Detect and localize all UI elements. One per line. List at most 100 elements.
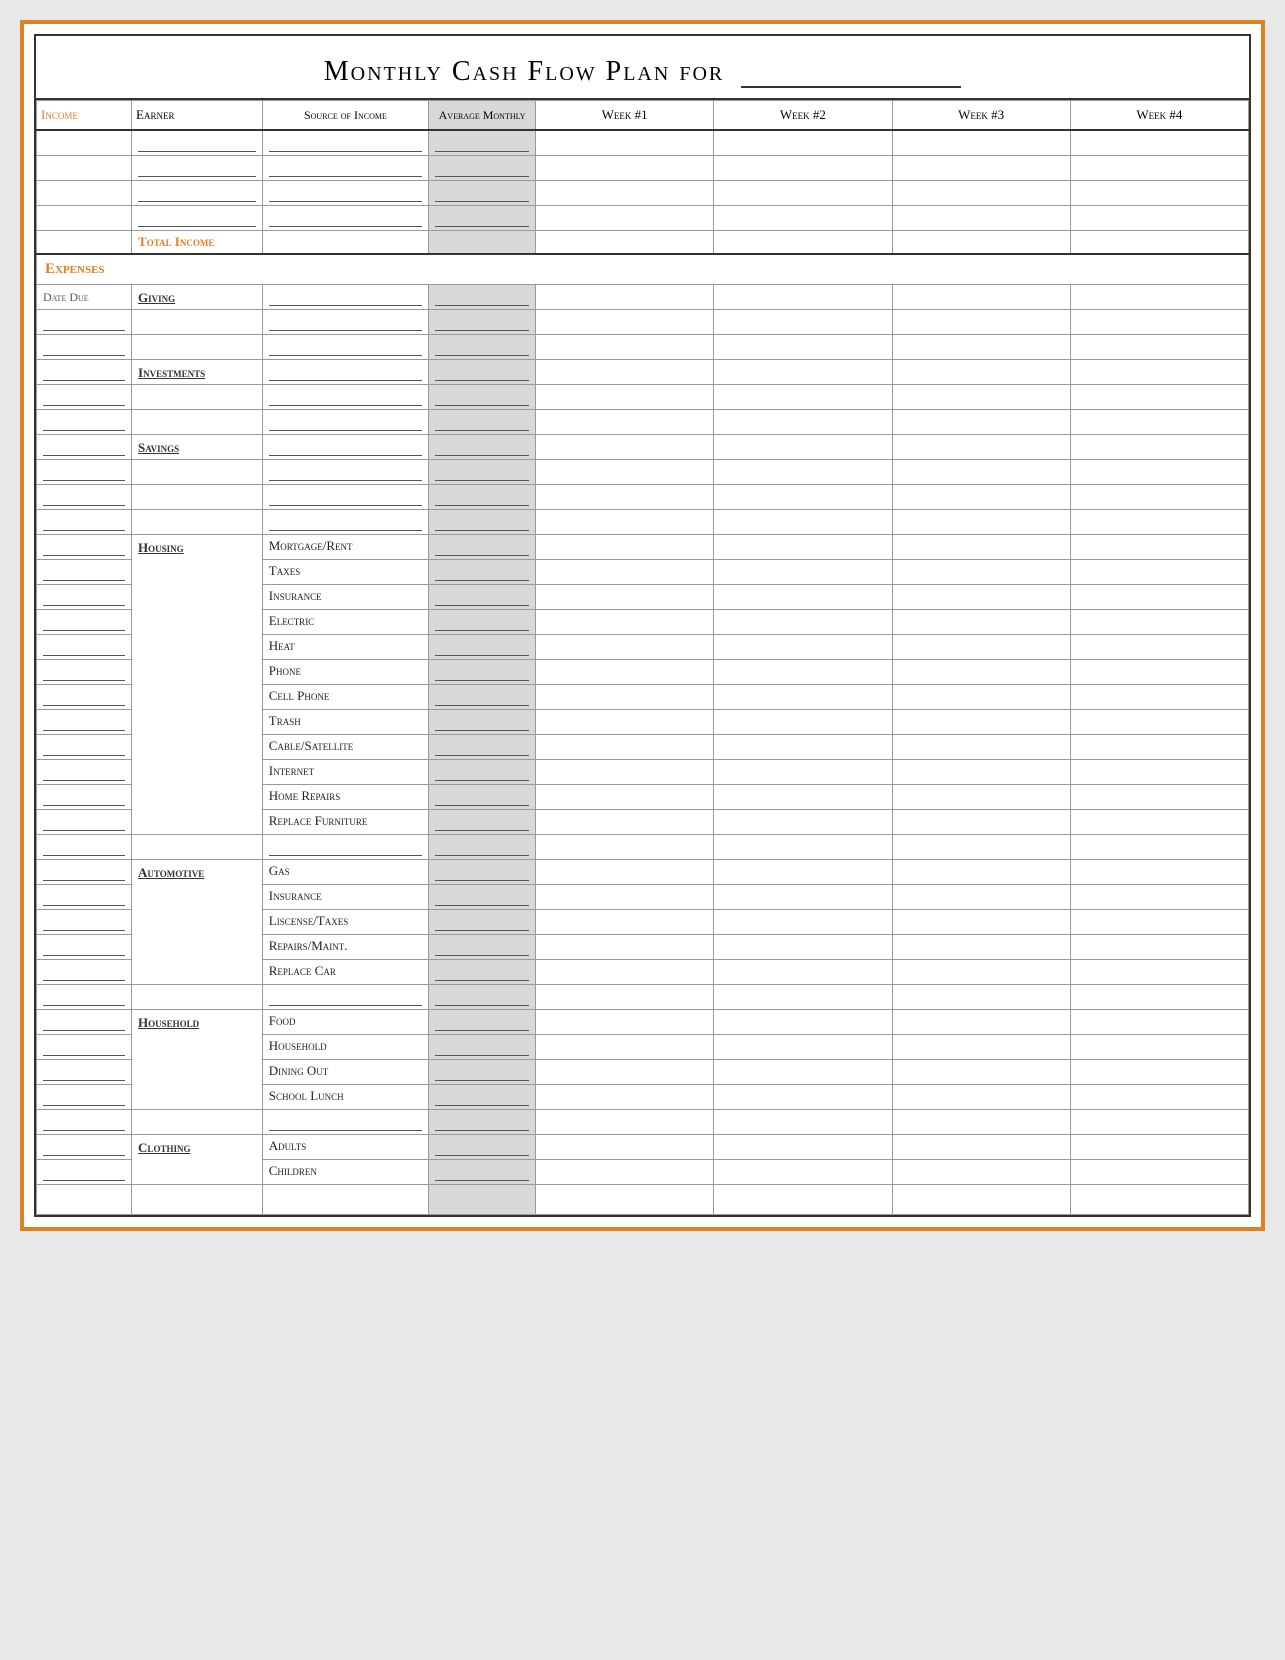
- auto-w4-4: [1070, 935, 1248, 960]
- clothing-label: Clothing: [132, 1135, 263, 1185]
- bottom-spacer: [37, 1185, 1249, 1215]
- hh-dd-4: [37, 1085, 132, 1110]
- total-income-row: Total Income: [37, 231, 1249, 255]
- hh-avg-1: [429, 1010, 536, 1035]
- auto-w2-2: [714, 885, 892, 910]
- savings-avg-3: [429, 485, 536, 510]
- investments-row-2: [37, 385, 1249, 410]
- giving-avg-1: [429, 285, 536, 310]
- auto-w4-2: [1070, 885, 1248, 910]
- giving-w3: [892, 285, 1070, 310]
- hh-w4-3: [1070, 1060, 1248, 1085]
- auto-spacer: [37, 985, 1249, 1010]
- bottom-spacer-7: [892, 1185, 1070, 1215]
- auto-spacer-s: [262, 985, 428, 1010]
- hh-w3-4: [892, 1085, 1070, 1110]
- auto-dd-3: [37, 910, 132, 935]
- giving-row-2: [37, 310, 1249, 335]
- investments-source-2: [262, 385, 428, 410]
- investments-w4-2: [1070, 385, 1248, 410]
- auto-w1-4: [536, 935, 714, 960]
- savings-w1: [536, 435, 714, 460]
- giving-w1-2: [536, 310, 714, 335]
- housing-avg-5: [429, 635, 536, 660]
- source-cell-2: [262, 156, 428, 181]
- housing-w2-10: [714, 760, 892, 785]
- hh-w1-4: [536, 1085, 714, 1110]
- housing-w1-12: [536, 810, 714, 835]
- total-income-label: Total Income: [132, 231, 263, 255]
- outer-border: Monthly Cash Flow Plan for Income Earner: [20, 20, 1265, 1231]
- clothing-item-2: Children: [262, 1160, 428, 1185]
- hh-item-1: Food: [262, 1010, 428, 1035]
- w1-cell-1: [536, 130, 714, 156]
- housing-w3-8: [892, 710, 1070, 735]
- bottom-spacer-4: [429, 1185, 536, 1215]
- housing-w3-2: [892, 560, 1070, 585]
- savings-w1-3: [536, 485, 714, 510]
- housing-w1-4: [536, 610, 714, 635]
- housing-spacer-w1: [536, 835, 714, 860]
- housing-dd-12: [37, 810, 132, 835]
- investments-w1-3: [536, 410, 714, 435]
- savings-dd-3: [37, 485, 132, 510]
- giving-w3-3: [892, 335, 1070, 360]
- housing-avg-7: [429, 685, 536, 710]
- avg-cell-2: [429, 156, 536, 181]
- giving-source-1: [262, 285, 428, 310]
- income-cell-3: [37, 181, 132, 206]
- giving-label: Giving: [132, 285, 263, 310]
- savings-label: Savings: [132, 435, 263, 460]
- housing-w1-3: [536, 585, 714, 610]
- giving-source-3: [262, 335, 428, 360]
- auto-item-4: Repairs/Maint.: [262, 935, 428, 960]
- housing-w2-1: [714, 535, 892, 560]
- clothing-w1-1: [536, 1135, 714, 1160]
- housing-w2-6: [714, 660, 892, 685]
- w3-cell-1: [892, 130, 1070, 156]
- investments-w3-3: [892, 410, 1070, 435]
- housing-item-12: Replace Furniture: [262, 810, 428, 835]
- investments-source-3: [262, 410, 428, 435]
- income-row-2: [37, 156, 1249, 181]
- auto-spacer-w4: [1070, 985, 1248, 1010]
- housing-avg-1: [429, 535, 536, 560]
- giving-w3-2: [892, 310, 1070, 335]
- housing-item-2: Taxes: [262, 560, 428, 585]
- housing-item-9: Cable/Satellite: [262, 735, 428, 760]
- bottom-spacer-2: [132, 1185, 263, 1215]
- hh-dd-2: [37, 1035, 132, 1060]
- earner-cell-1: [132, 130, 263, 156]
- auto-avg-1: [429, 860, 536, 885]
- hh-item-3: Dining Out: [262, 1060, 428, 1085]
- auto-item-5: Replace Car: [262, 960, 428, 985]
- giving-w2: [714, 285, 892, 310]
- clothing-w4-2: [1070, 1160, 1248, 1185]
- title-underline: [741, 54, 961, 88]
- housing-w3-10: [892, 760, 1070, 785]
- income-header: Income: [37, 101, 132, 131]
- hh-dd-1: [37, 1010, 132, 1035]
- hh-spacer-w3: [892, 1110, 1070, 1135]
- giving-dd-2: [37, 310, 132, 335]
- total-income-spacer: [37, 231, 132, 255]
- housing-dd-10: [37, 760, 132, 785]
- savings-w4: [1070, 435, 1248, 460]
- savings-dd-4: [37, 510, 132, 535]
- clothing-item-1: Adults: [262, 1135, 428, 1160]
- housing-w4-9: [1070, 735, 1248, 760]
- housing-w4-7: [1070, 685, 1248, 710]
- housing-w3-12: [892, 810, 1070, 835]
- source-cell-4: [262, 206, 428, 231]
- hh-w1-1: [536, 1010, 714, 1035]
- housing-item-3: Insurance: [262, 585, 428, 610]
- giving-w4-2: [1070, 310, 1248, 335]
- investments-w2: [714, 360, 892, 385]
- household-spacer: [37, 1110, 1249, 1135]
- housing-item-6: Phone: [262, 660, 428, 685]
- auto-dd-2: [37, 885, 132, 910]
- housing-w2-12: [714, 810, 892, 835]
- w2-cell-1: [714, 130, 892, 156]
- investments-avg-3: [429, 410, 536, 435]
- hh-w3-3: [892, 1060, 1070, 1085]
